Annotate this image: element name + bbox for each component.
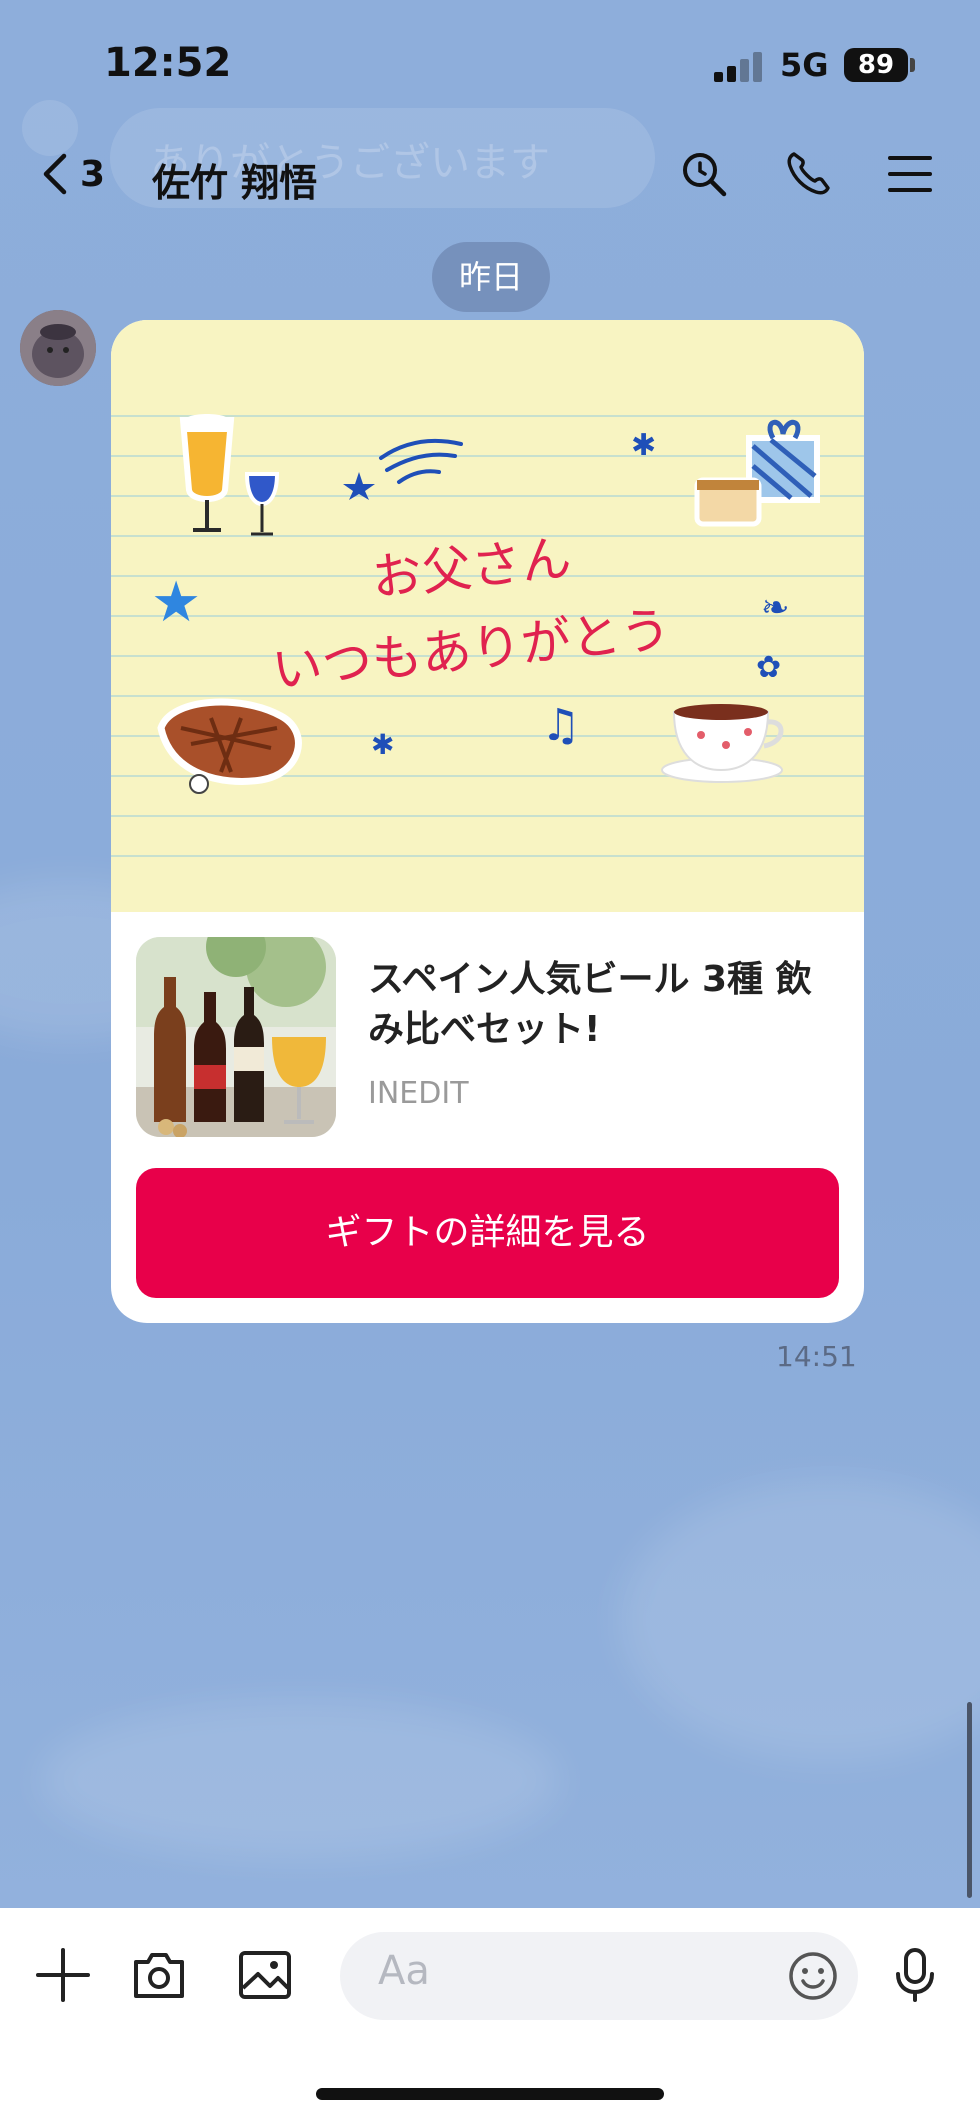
gift-details-button[interactable]: ギフトの詳細を見る bbox=[136, 1168, 839, 1298]
beer-bottles-photo bbox=[136, 937, 336, 1137]
network-type: 5G bbox=[780, 46, 829, 84]
background-cloud bbox=[620, 1480, 980, 1760]
phone-icon[interactable] bbox=[782, 148, 834, 200]
emoji-icon[interactable] bbox=[784, 1947, 842, 2005]
scrollbar[interactable] bbox=[967, 1702, 972, 1898]
flower-icon: ✿ bbox=[756, 650, 782, 685]
menu-icon[interactable] bbox=[884, 148, 936, 200]
plus-icon[interactable] bbox=[34, 1946, 92, 2004]
asterisk-icon: ✱ bbox=[371, 728, 395, 761]
mic-icon[interactable] bbox=[886, 1946, 944, 2004]
background-cloud bbox=[40, 1700, 560, 1860]
teacup-sticker-icon bbox=[661, 704, 784, 783]
star-icon: ★ bbox=[151, 570, 202, 635]
contact-name: 佐竹 翔悟 bbox=[152, 161, 318, 205]
gift-handwritten-message: お父さん bbox=[368, 528, 574, 608]
product-image[interactable] bbox=[136, 937, 336, 1137]
asterisk-icon: ✱ bbox=[631, 428, 657, 463]
search-icon[interactable] bbox=[678, 148, 730, 200]
avatar[interactable] bbox=[20, 310, 96, 386]
gift-handwritten-message: いつもありがとう bbox=[269, 600, 674, 700]
leaf-sprig-icon: ❧ bbox=[761, 588, 790, 628]
product-title[interactable]: スペイン人気ビール 3種 飲み比べセット! bbox=[368, 955, 838, 1055]
doodle-icon bbox=[343, 438, 463, 500]
status-time: 12:52 bbox=[104, 40, 232, 86]
message-timestamp: 14:51 bbox=[776, 1340, 857, 1373]
avatar-image bbox=[20, 310, 96, 386]
camera-icon[interactable] bbox=[130, 1946, 188, 2004]
product-brand: INEDIT bbox=[368, 1076, 469, 1111]
chat-screen: 12:52 5G 89 ありがとうございます 3 佐竹 翔悟 昨日 お父さん い… bbox=[0, 0, 980, 2121]
home-indicator bbox=[316, 2088, 664, 2100]
image-icon[interactable] bbox=[236, 1946, 294, 2004]
date-separator: 昨日 bbox=[432, 242, 550, 312]
back-chevron-icon[interactable] bbox=[34, 150, 82, 198]
preview-avatar bbox=[22, 100, 78, 156]
gift-message-card[interactable]: お父さん いつもありがとう ★ ✱ ✱ ♫ ✿ ❧ スペイン人気ビール 3種 飲… bbox=[111, 320, 864, 1323]
battery-indicator: 89 bbox=[844, 48, 908, 82]
beer-glass-sticker-icon bbox=[179, 414, 280, 536]
message-input-placeholder: Aa bbox=[378, 1948, 430, 1994]
gift-box-sticker-icon bbox=[694, 420, 820, 527]
unread-count[interactable]: 3 bbox=[80, 154, 105, 195]
cellular-signal-icon bbox=[714, 52, 766, 82]
steak-sticker-icon bbox=[157, 698, 302, 794]
music-note-icon: ♫ bbox=[541, 700, 581, 751]
battery-tip bbox=[910, 58, 915, 72]
gift-card-illustration: お父さん いつもありがとう ★ ✱ ✱ ♫ ✿ ❧ bbox=[111, 320, 864, 912]
